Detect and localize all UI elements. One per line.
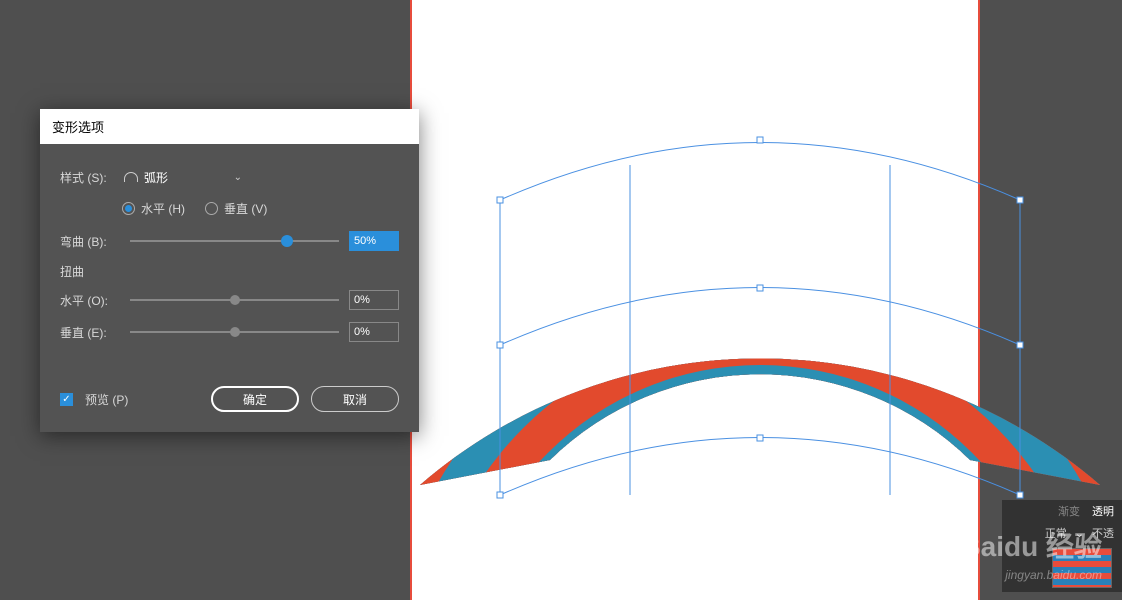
opacity-label: 不透	[1092, 525, 1114, 541]
dialog-body: 样式 (S): 弧形 ⌄ 水平 (H) 垂直 (V) 弯曲 (B):	[40, 144, 419, 370]
radio-horizontal[interactable]: 水平 (H)	[122, 200, 185, 217]
style-dropdown[interactable]: 弧形 ⌄	[120, 166, 248, 188]
cancel-button[interactable]: 取消	[311, 386, 399, 412]
radio-vertical-label: 垂直 (V)	[224, 200, 267, 217]
h-dist-slider[interactable]	[130, 299, 339, 301]
document-canvas[interactable]	[410, 0, 980, 600]
h-dist-label: 水平 (O):	[60, 292, 120, 309]
tab-gradient[interactable]: 渐变	[1058, 503, 1080, 519]
radio-horizontal-label: 水平 (H)	[141, 200, 185, 217]
v-dist-slider[interactable]	[130, 331, 339, 333]
v-dist-label: 垂直 (E):	[60, 324, 120, 341]
v-dist-input[interactable]: 0%	[349, 322, 399, 342]
radio-circle-icon	[205, 202, 218, 215]
blend-mode[interactable]: 正常	[1045, 525, 1067, 541]
slider-thumb[interactable]	[230, 295, 240, 305]
radio-dot-icon	[122, 202, 135, 215]
chevron-down-icon: ⌄	[234, 172, 242, 183]
warp-options-dialog: 变形选项 样式 (S): 弧形 ⌄ 水平 (H) 垂直 (V) 弯曲 (B):	[40, 109, 419, 432]
tab-transparency[interactable]: 透明	[1092, 503, 1114, 519]
preview-label: 预览 (P)	[85, 391, 128, 408]
arc-icon	[124, 172, 138, 182]
chevron-down-icon: ⌄	[1075, 527, 1084, 540]
style-label: 样式 (S):	[60, 169, 120, 186]
side-panel: 渐变 透明 正常 ⌄ 不透	[1002, 500, 1122, 592]
bend-input[interactable]: 50%	[349, 231, 399, 251]
bend-slider[interactable]	[130, 240, 339, 242]
radio-vertical[interactable]: 垂直 (V)	[205, 200, 267, 217]
slider-thumb[interactable]	[281, 235, 293, 247]
ok-button[interactable]: 确定	[211, 386, 299, 412]
style-value: 弧形	[144, 169, 168, 186]
h-dist-input[interactable]: 0%	[349, 290, 399, 310]
bend-label: 弯曲 (B):	[60, 233, 120, 250]
pattern-swatch[interactable]	[1052, 548, 1112, 588]
slider-thumb[interactable]	[230, 327, 240, 337]
distortion-label: 扭曲	[60, 263, 399, 280]
preview-checkbox[interactable]: ✓	[60, 393, 73, 406]
dialog-title: 变形选项	[40, 109, 419, 144]
